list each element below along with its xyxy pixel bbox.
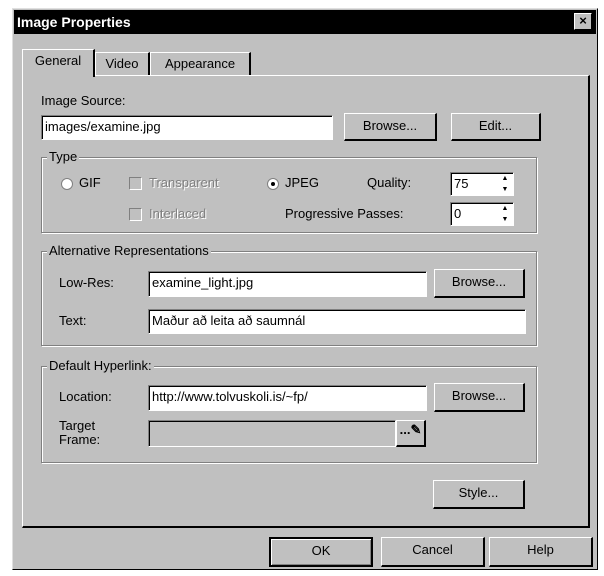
location-browse-button[interactable]: Browse... — [434, 383, 525, 412]
close-button[interactable]: × — [574, 13, 592, 30]
transparent-checkbox[interactable] — [129, 177, 142, 190]
transparent-label: Transparent — [149, 175, 219, 190]
tab-appearance-label: Appearance — [164, 56, 236, 71]
type-group-title: Type — [47, 149, 80, 164]
spin-up-icon[interactable]: ▲ — [497, 203, 513, 214]
style-button[interactable]: Style... — [433, 480, 525, 509]
lowres-input[interactable]: examine_light.jpg — [148, 271, 427, 297]
pencil-icon: ✎ — [410, 422, 422, 437]
close-icon: × — [579, 13, 587, 28]
quality-spinner[interactable]: ▲ ▼ — [497, 173, 513, 195]
ok-button[interactable]: OK — [269, 537, 373, 567]
interlaced-label: Interlaced — [149, 206, 207, 221]
tab-general-label: General — [34, 53, 82, 68]
default-hyperlink-title: Default Hyperlink: — [47, 358, 154, 373]
interlaced-checkbox[interactable] — [129, 208, 142, 221]
location-label: Location: — [59, 389, 112, 404]
default-hyperlink-group — [41, 366, 537, 463]
target-frame-label: Target Frame: — [59, 419, 100, 447]
tab-video-label: Video — [105, 56, 139, 71]
lowres-browse-button[interactable]: Browse... — [434, 269, 525, 298]
progressive-passes-label: Progressive Passes: — [285, 206, 404, 221]
spin-down-icon[interactable]: ▼ — [497, 184, 513, 195]
image-source-browse-button[interactable]: Browse... — [344, 113, 437, 141]
jpeg-radio[interactable] — [267, 178, 279, 190]
help-button[interactable]: Help — [489, 537, 593, 567]
lowres-label: Low-Res: — [59, 275, 114, 290]
image-source-edit-button[interactable]: Edit... — [451, 113, 541, 141]
alternative-representations-title: Alternative Representations — [47, 243, 211, 258]
progressive-spinner[interactable]: ▲ ▼ — [497, 203, 513, 225]
jpeg-label[interactable]: JPEG — [285, 175, 319, 190]
spin-down-icon[interactable]: ▼ — [497, 214, 513, 225]
image-source-label: Image Source: — [41, 93, 126, 108]
spin-up-icon[interactable]: ▲ — [497, 173, 513, 184]
tab-appearance[interactable]: Appearance — [150, 52, 251, 77]
tab-general[interactable]: General — [22, 49, 95, 77]
location-input[interactable]: http://www.tolvuskoli.is/~fp/ — [148, 385, 427, 411]
alt-text-input[interactable]: Maður að leita að saumnál — [148, 309, 526, 334]
target-label-line1: Target — [59, 418, 96, 433]
image-source-input[interactable]: images/examine.jpg — [41, 115, 333, 140]
ellipsis-label: ... — [399, 422, 411, 437]
gif-radio[interactable] — [61, 178, 73, 190]
target-frame-input[interactable] — [148, 420, 396, 447]
title-bar[interactable]: Image Properties × — [14, 10, 596, 34]
cancel-button[interactable]: Cancel — [381, 537, 485, 567]
text-label: Text: — [59, 313, 87, 328]
tab-video[interactable]: Video — [95, 52, 150, 77]
target-frame-picker-button[interactable]: ...✎ — [396, 420, 426, 447]
gif-label[interactable]: GIF — [79, 175, 101, 190]
quality-label: Quality: — [367, 175, 412, 190]
image-properties-dialog: Image Properties × General Video Appeara… — [12, 8, 598, 570]
window-title: Image Properties — [17, 14, 131, 30]
target-label-line2: Frame: — [59, 432, 101, 447]
